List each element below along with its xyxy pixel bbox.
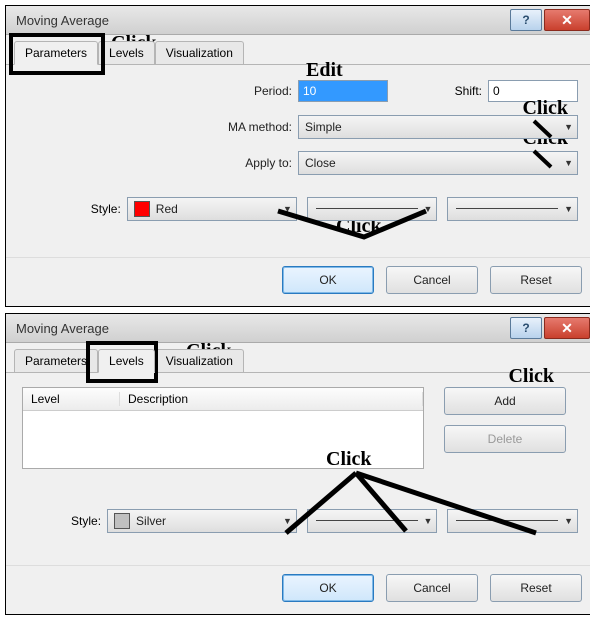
delete-button[interactable]: Delete [444, 425, 566, 453]
titlebar[interactable]: Moving Average ? ✕ [6, 314, 590, 343]
button-row: OK Cancel Reset [6, 565, 590, 614]
ok-label: OK [319, 581, 336, 595]
style-color-value: Silver [136, 514, 166, 528]
tab-parameters[interactable]: Parameters [14, 349, 98, 372]
col-desc: Description [120, 392, 423, 406]
style-width-dropdown[interactable]: ▼ [447, 509, 578, 533]
ok-button[interactable]: OK [282, 574, 374, 602]
ok-button[interactable]: OK [282, 266, 374, 294]
add-label: Add [494, 394, 515, 408]
cancel-button[interactable]: Cancel [386, 574, 478, 602]
col-level: Level [23, 392, 120, 406]
reset-label: Reset [520, 273, 551, 287]
chevron-down-icon: ▼ [564, 122, 573, 132]
chevron-down-icon: ▼ [283, 516, 292, 526]
line-width-preview [456, 520, 558, 522]
dialog1-body: Edit Click Click Click Period: Shift: MA… [6, 65, 590, 257]
levels-listbox[interactable]: Level Description [22, 387, 424, 469]
tab-visualization[interactable]: Visualization [155, 41, 244, 64]
chevron-down-icon: ▼ [564, 204, 573, 214]
help-button[interactable]: ? [510, 317, 542, 339]
chevron-down-icon: ▼ [564, 158, 573, 168]
titlebar[interactable]: Moving Average ? ✕ [6, 6, 590, 35]
close-button[interactable]: ✕ [544, 317, 590, 339]
color-swatch [114, 513, 130, 529]
method-dropdown[interactable]: Simple ▼ [298, 115, 578, 139]
tab-parameters-label: Parameters [25, 46, 87, 60]
style-color-dropdown[interactable]: Red ▼ [127, 197, 297, 221]
label-shift: Shift: [455, 84, 488, 98]
color-swatch [134, 201, 150, 217]
dialog-parameters: Moving Average ? ✕ Click Parameters Leve… [5, 5, 590, 307]
apply-dropdown[interactable]: Close ▼ [298, 151, 578, 175]
style-color-dropdown[interactable]: Silver ▼ [107, 509, 297, 533]
cancel-label: Cancel [413, 581, 450, 595]
tab-levels-label: Levels [109, 46, 144, 60]
chevron-down-icon: ▼ [564, 516, 573, 526]
chevron-down-icon: ▼ [424, 204, 433, 214]
dialog-levels: Moving Average ? ✕ Click Parameters Leve… [5, 313, 590, 615]
style-line-dropdown[interactable]: ▼ [307, 509, 438, 533]
line-width-preview [456, 208, 558, 210]
style-width-dropdown[interactable]: ▼ [447, 197, 578, 221]
tab-levels[interactable]: Levels [98, 349, 155, 373]
tab-visualization[interactable]: Visualization [155, 349, 244, 372]
tab-bar: Parameters Levels Visualization [6, 343, 590, 373]
tab-parameters[interactable]: Parameters [14, 41, 98, 65]
line-style-preview [316, 520, 418, 522]
line-style-preview [316, 208, 418, 210]
tab-bar: Parameters Levels Visualization [6, 35, 590, 65]
tab-levels[interactable]: Levels [98, 41, 155, 64]
reset-button[interactable]: Reset [490, 574, 582, 602]
method-value: Simple [305, 120, 342, 134]
label-style: Style: [22, 514, 107, 528]
shift-input[interactable] [488, 80, 578, 102]
label-method: MA method: [22, 120, 298, 134]
chevron-down-icon: ▼ [283, 204, 292, 214]
apply-value: Close [305, 156, 336, 170]
ok-label: OK [319, 273, 336, 287]
period-input[interactable] [298, 80, 388, 102]
tab-visualization-label: Visualization [166, 46, 233, 60]
tab-visualization-label: Visualization [166, 354, 233, 368]
tab-levels-label: Levels [109, 354, 144, 368]
listbox-header: Level Description [23, 388, 423, 411]
style-line-dropdown[interactable]: ▼ [307, 197, 438, 221]
cancel-button[interactable]: Cancel [386, 266, 478, 294]
tab-parameters-label: Parameters [25, 354, 87, 368]
label-style: Style: [22, 202, 127, 216]
label-apply: Apply to: [22, 156, 298, 170]
close-button[interactable]: ✕ [544, 9, 590, 31]
chevron-down-icon: ▼ [424, 516, 433, 526]
reset-button[interactable]: Reset [490, 266, 582, 294]
dialog2-body: Click Click Level Description Add Delete… [6, 373, 590, 565]
button-row: OK Cancel Reset [6, 257, 590, 306]
label-period: Period: [22, 84, 298, 98]
cancel-label: Cancel [413, 273, 450, 287]
delete-label: Delete [488, 432, 523, 446]
add-button[interactable]: Add [444, 387, 566, 415]
style-color-value: Red [156, 202, 178, 216]
reset-label: Reset [520, 581, 551, 595]
title-text: Moving Average [16, 13, 508, 28]
title-text: Moving Average [16, 321, 508, 336]
help-button[interactable]: ? [510, 9, 542, 31]
